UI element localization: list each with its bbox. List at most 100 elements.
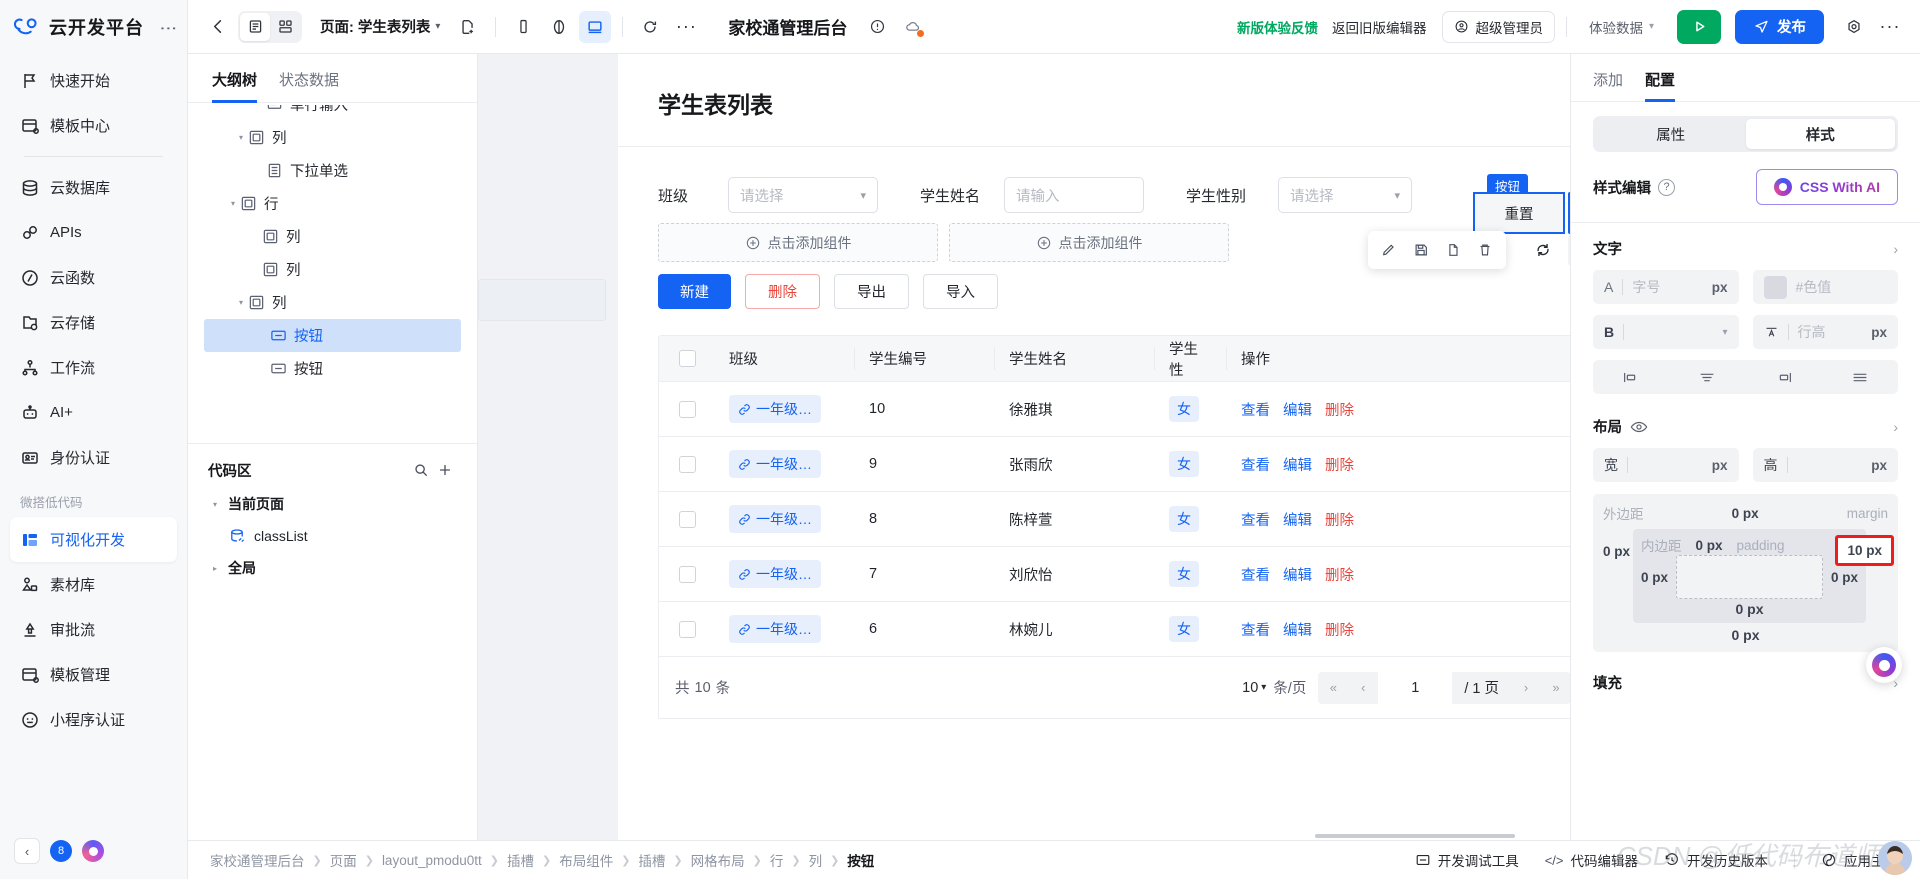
breadcrumb-item[interactable]: layout_pmodu0tt [382, 853, 482, 868]
first-page-button[interactable]: « [1318, 672, 1348, 704]
sidebar-item-quickstart[interactable]: 快速开始 [10, 58, 177, 103]
filter-input-name[interactable]: 请输入 [1004, 177, 1145, 213]
tablet-icon[interactable] [543, 11, 575, 43]
column-header-actions[interactable]: 操作 [1227, 348, 1570, 370]
class-link-tag[interactable]: 一年级… [729, 450, 821, 478]
sidebar-item-assets[interactable]: 素材库 [10, 562, 177, 607]
tab-add[interactable]: 添加 [1593, 69, 1623, 102]
delete-link[interactable]: 删除 [1325, 564, 1354, 585]
more-vertical-icon[interactable]: ⋮ [159, 20, 178, 34]
breadcrumb-item[interactable]: 插槽 [507, 850, 534, 870]
env-selector[interactable]: 体验数据 ▾ [1577, 10, 1665, 43]
filter-select-class[interactable]: 请选择 ▾ [728, 177, 879, 213]
feedback-link[interactable]: 新版体验反馈 [1237, 17, 1318, 37]
sidebar-item-clouddb[interactable]: 云数据库 [10, 165, 177, 210]
tree-node[interactable]: ▾ 列 [188, 121, 477, 154]
row-checkbox[interactable] [678, 565, 696, 583]
outline-tree-scroll[interactable]: 单行输入 ▾ 列 下拉单选 ▾ 行 列 列 ▾ 列 按钮 按钮 [188, 105, 477, 443]
tree-node[interactable]: 按钮 [188, 352, 477, 385]
old-editor-link[interactable]: 返回旧版编辑器 [1332, 17, 1427, 37]
margin-right-value-highlighted[interactable]: 10 px [1835, 535, 1894, 566]
row-select-cell[interactable] [659, 400, 715, 418]
code-node-datasource[interactable]: classList [208, 520, 457, 552]
page-size-selector[interactable]: 10 ▾ [1242, 680, 1266, 696]
eye-icon[interactable] [1630, 420, 1648, 434]
tree-node-selected[interactable]: 按钮 [204, 319, 461, 352]
sidebar-item-ai[interactable]: AI+ [10, 390, 177, 435]
color-swatch[interactable] [1763, 275, 1787, 299]
align-center-icon[interactable] [1669, 360, 1745, 394]
plus-icon[interactable] [433, 458, 457, 482]
column-header-sex[interactable]: 学生性 [1155, 342, 1227, 379]
row-select-cell[interactable] [659, 455, 715, 473]
prev-page-button[interactable]: ‹ [1348, 672, 1378, 704]
select-all-cell[interactable] [659, 348, 715, 370]
sidebar-item-visual-development[interactable]: 可视化开发 [10, 517, 177, 562]
avatar[interactable]: 8 [50, 840, 72, 862]
question-icon[interactable]: ? [1658, 178, 1675, 196]
create-button[interactable]: 新建 [658, 274, 731, 309]
sidebar-item-miniprogram-auth[interactable]: 小程序认证 [10, 697, 177, 742]
caret-icon[interactable]: ▾ [226, 199, 240, 208]
design-canvas[interactable]: 学生表列表 班级 请选择 ▾ 学生姓名 请输入 学生性别 请选择 ▾ 点击添加组… [478, 54, 1570, 879]
tab-state-data[interactable]: 状态数据 [279, 69, 339, 103]
file-plus-icon[interactable] [452, 11, 484, 43]
export-button[interactable]: 导出 [834, 274, 909, 309]
delete-link[interactable]: 删除 [1325, 619, 1354, 640]
refresh-icon[interactable] [634, 11, 666, 43]
table-row[interactable]: 一年级… 9 张雨欣 女 查看 编辑 删除 [659, 437, 1570, 492]
row-checkbox[interactable] [678, 455, 696, 473]
edit-link[interactable]: 编辑 [1283, 619, 1312, 640]
delete-link[interactable]: 删除 [1325, 509, 1354, 530]
margin-bottom-value[interactable]: 0 px [1603, 627, 1888, 643]
add-component-slot[interactable]: 点击添加组件 [658, 223, 938, 262]
chevron-right-icon[interactable]: › [1893, 241, 1898, 257]
history-button[interactable]: 开发历史版本 [1664, 850, 1768, 870]
padding-right-value[interactable]: 0 px [1831, 570, 1858, 585]
sidebar-item-workflow[interactable]: 工作流 [10, 345, 177, 390]
tree-node[interactable]: 列 [188, 220, 477, 253]
padding-top-value[interactable]: 0 px [1696, 538, 1723, 553]
tab-config[interactable]: 配置 [1645, 69, 1676, 102]
ai-helper-icon[interactable] [82, 840, 104, 862]
desktop-icon[interactable] [579, 10, 612, 43]
sidebar-item-identity[interactable]: 身份认证 [10, 435, 177, 480]
tree-node[interactable]: 下拉单选 [188, 154, 477, 187]
filter-select-sex[interactable]: 请选择 ▾ [1278, 177, 1413, 213]
class-link-tag[interactable]: 一年级… [729, 560, 821, 588]
tree-node[interactable]: ▾ 行 [188, 187, 477, 220]
refresh-element-button[interactable] [1526, 233, 1560, 267]
breadcrumb-item[interactable]: 布局组件 [559, 850, 613, 870]
caret-icon[interactable]: ▾ [234, 298, 248, 307]
line-height-field[interactable]: 行高 px [1752, 315, 1898, 349]
row-select-cell[interactable] [659, 510, 715, 528]
edit-link[interactable]: 编辑 [1283, 399, 1312, 420]
padding-bottom-value[interactable]: 0 px [1641, 601, 1858, 617]
page-selector[interactable]: 页面: 学生表列表 ▾ [312, 16, 448, 37]
view-link[interactable]: 查看 [1241, 564, 1270, 585]
import-button[interactable]: 导入 [923, 274, 998, 309]
copy-icon[interactable] [1438, 235, 1468, 265]
current-page-input[interactable]: 1 [1378, 671, 1453, 704]
caret-icon[interactable]: ▸ [208, 564, 222, 573]
column-header-id[interactable]: 学生编号 [855, 347, 995, 370]
margin-top-value[interactable]: 0 px [1644, 506, 1847, 521]
pill-attributes[interactable]: 属性 [1596, 119, 1746, 149]
margin-left-value[interactable]: 0 px [1603, 544, 1630, 559]
font-color-field[interactable]: #色值 [1752, 270, 1898, 304]
ai-assistant-fab[interactable] [1866, 647, 1902, 683]
column-header-class[interactable]: 班级 [715, 347, 855, 370]
tree-node[interactable]: ▾ 列 [188, 286, 477, 319]
width-field[interactable]: 宽 px [1593, 448, 1739, 482]
delete-link[interactable]: 删除 [1325, 399, 1354, 420]
horizontal-scrollbar[interactable] [1315, 834, 1515, 838]
align-left-icon[interactable] [1593, 360, 1669, 394]
more-horizontal-icon[interactable]: ··· [1874, 11, 1906, 43]
table-row[interactable]: 一年级… 6 林婉儿 女 查看 编辑 删除 [659, 602, 1570, 657]
sidebar-item-templatecenter[interactable]: 模板中心 [10, 103, 177, 148]
padding-left-value[interactable]: 0 px [1641, 570, 1668, 585]
alert-circle-icon[interactable] [861, 11, 893, 43]
row-select-cell[interactable] [659, 565, 715, 583]
grid-view-icon[interactable] [270, 13, 300, 41]
edit-link[interactable]: 编辑 [1283, 509, 1312, 530]
